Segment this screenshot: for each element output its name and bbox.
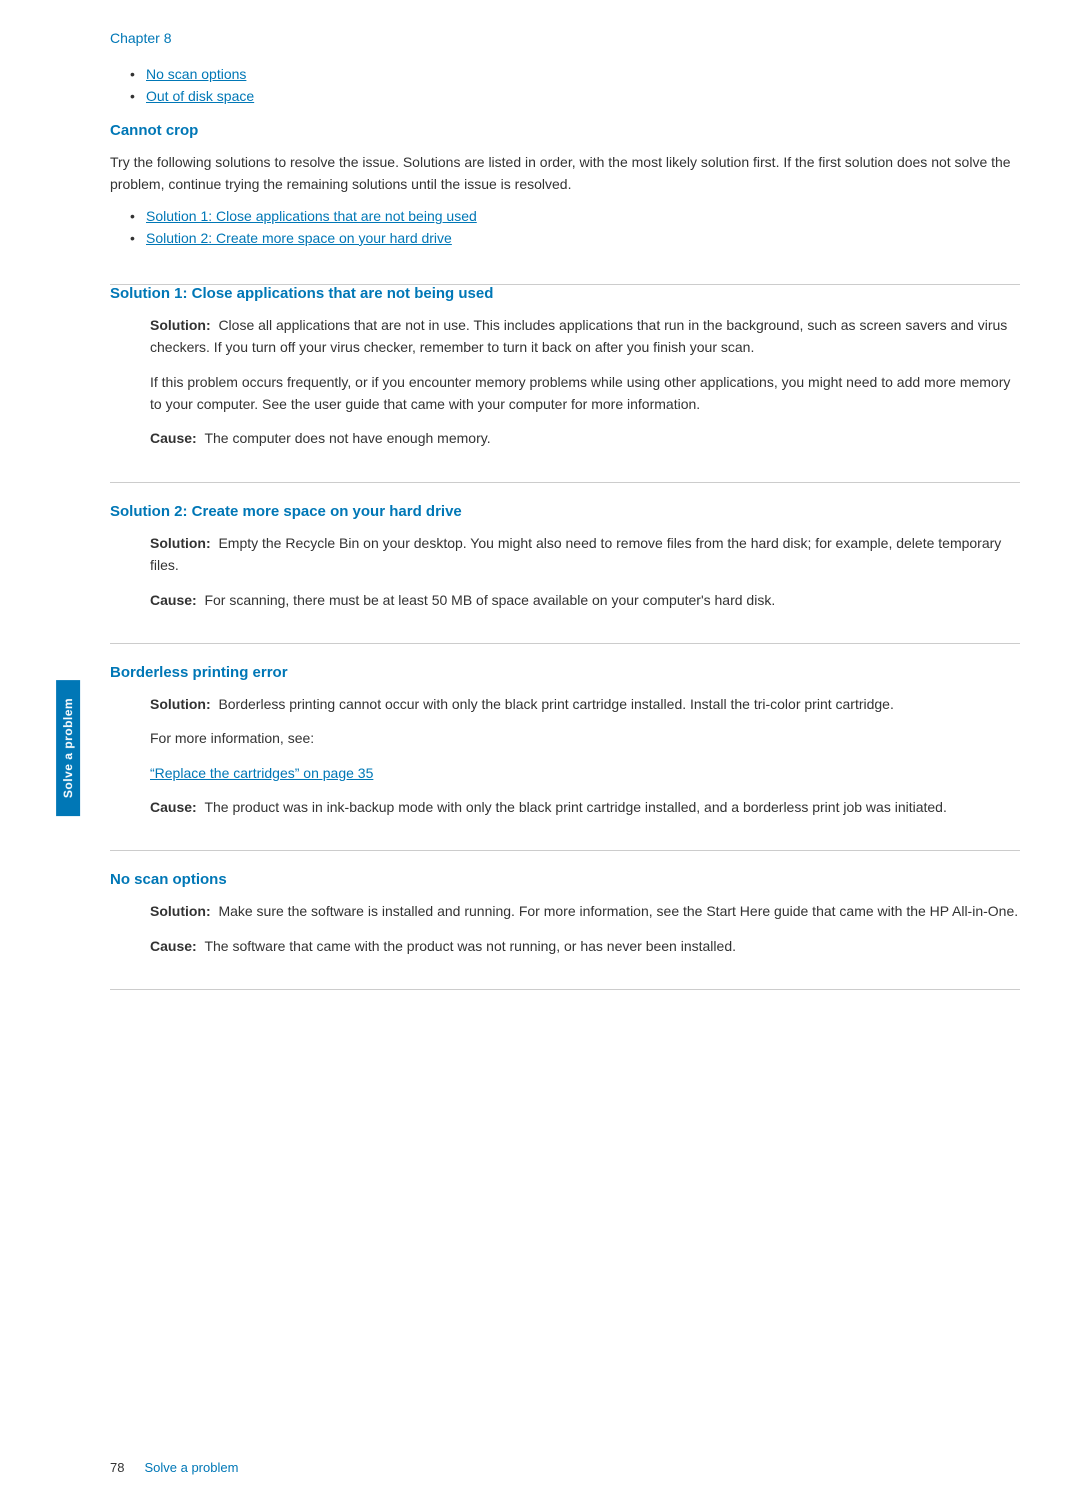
borderless-solution-body: Borderless printing cannot occur with on… xyxy=(218,696,893,712)
footer-page-number: 78 xyxy=(110,1460,124,1475)
no-scan-cause: Cause: The software that came with the p… xyxy=(150,935,1020,957)
solution1-extra: If this problem occurs frequently, or if… xyxy=(150,371,1020,416)
solution2-link[interactable]: Solution 2: Create more space on your ha… xyxy=(146,230,452,246)
solution1-text: Solution: Close all applications that ar… xyxy=(150,314,1020,359)
solution1-section: Solution 1: Close applications that are … xyxy=(110,285,1020,483)
footer-chapter-label: Solve a problem xyxy=(144,1460,238,1475)
solution2-cause-label: Cause: xyxy=(150,592,197,608)
solution2-section: Solution 2: Create more space on your ha… xyxy=(110,503,1020,644)
toc-list: No scan options Out of disk space xyxy=(130,66,1020,104)
no-scan-solution-text: Solution: Make sure the software is inst… xyxy=(150,900,1020,922)
cannot-crop-heading: Cannot crop xyxy=(110,122,1020,139)
borderless-link-line: “Replace the cartridges” on page 35 xyxy=(150,762,1020,784)
replace-cartridges-link[interactable]: “Replace the cartridges” on page 35 xyxy=(150,765,373,781)
list-item: Solution 2: Create more space on your ha… xyxy=(130,230,1020,246)
out-of-disk-space-link[interactable]: Out of disk space xyxy=(146,88,254,104)
solution2-heading: Solution 2: Create more space on your ha… xyxy=(110,503,1020,520)
solution1-cause-label: Cause: xyxy=(150,430,197,446)
borderless-for-more: For more information, see: xyxy=(150,727,1020,749)
no-scan-solution-label: Solution: xyxy=(150,903,211,919)
solution2-text: Solution: Empty the Recycle Bin on your … xyxy=(150,532,1020,577)
no-scan-options-heading: No scan options xyxy=(110,871,1020,888)
list-item: No scan options xyxy=(130,66,1020,82)
no-scan-options-section: No scan options Solution: Make sure the … xyxy=(110,871,1020,990)
list-item: Out of disk space xyxy=(130,88,1020,104)
solution1-cause: Cause: The computer does not have enough… xyxy=(150,427,1020,449)
borderless-section: Borderless printing error Solution: Bord… xyxy=(110,664,1020,852)
no-scan-options-link[interactable]: No scan options xyxy=(146,66,246,82)
list-item: Solution 1: Close applications that are … xyxy=(130,208,1020,224)
solution1-label: Solution: xyxy=(150,317,211,333)
no-scan-cause-text: The software that came with the product … xyxy=(204,938,736,954)
borderless-cause: Cause: The product was in ink-backup mod… xyxy=(150,796,1020,818)
cannot-crop-intro: Try the following solutions to resolve t… xyxy=(110,151,1020,196)
cannot-crop-section: Cannot crop Try the following solutions … xyxy=(110,122,1020,285)
solution2-cause: Cause: For scanning, there must be at le… xyxy=(150,589,1020,611)
chapter-label: Chapter 8 xyxy=(110,30,1020,46)
solution1-cause-text: The computer does not have enough memory… xyxy=(204,430,490,446)
borderless-heading: Borderless printing error xyxy=(110,664,1020,681)
borderless-solution-label: Solution: xyxy=(150,696,211,712)
no-scan-cause-label: Cause: xyxy=(150,938,197,954)
footer: 78 Solve a problem xyxy=(30,1450,1080,1485)
solution1-heading: Solution 1: Close applications that are … xyxy=(110,285,1020,302)
cannot-crop-solutions-list: Solution 1: Close applications that are … xyxy=(130,208,1020,246)
borderless-cause-label: Cause: xyxy=(150,799,197,815)
solution2-body: Empty the Recycle Bin on your desktop. Y… xyxy=(150,535,1001,573)
solution1-body: Close all applications that are not in u… xyxy=(150,317,1007,355)
side-tab-label: Solve a problem xyxy=(56,679,80,815)
borderless-solution-text: Solution: Borderless printing cannot occ… xyxy=(150,693,1020,715)
solution1-link[interactable]: Solution 1: Close applications that are … xyxy=(146,208,477,224)
solution2-label: Solution: xyxy=(150,535,211,551)
no-scan-solution-body: Make sure the software is installed and … xyxy=(218,903,1018,919)
borderless-cause-text: The product was in ink-backup mode with … xyxy=(204,799,946,815)
solution2-cause-text: For scanning, there must be at least 50 … xyxy=(204,592,775,608)
